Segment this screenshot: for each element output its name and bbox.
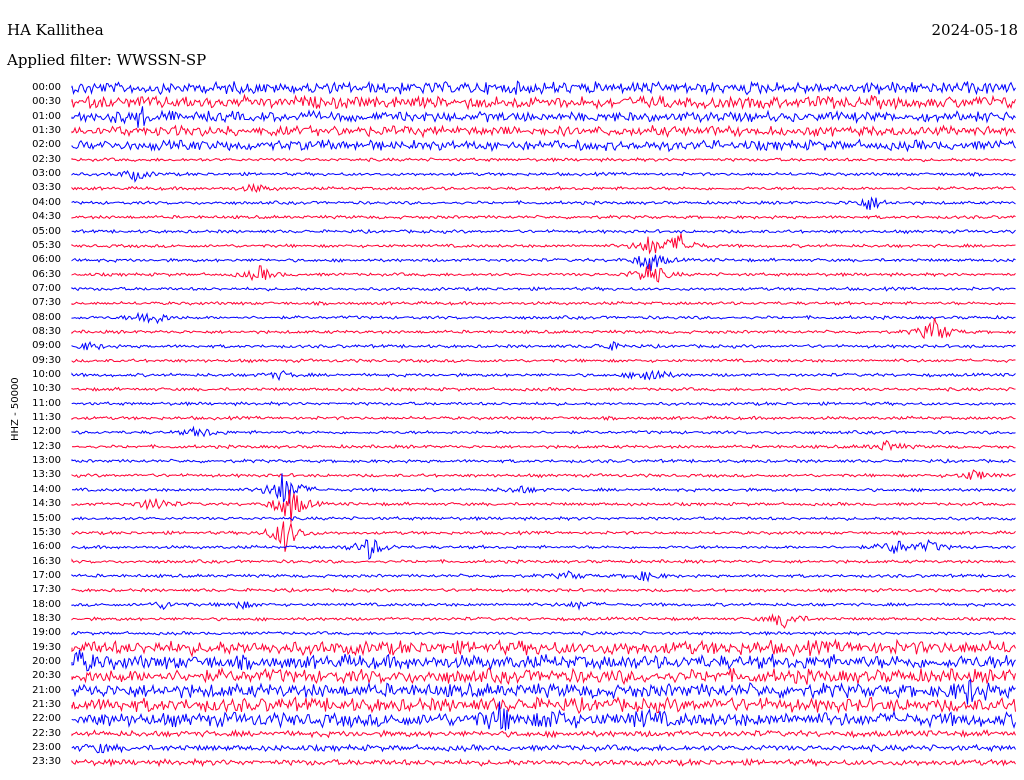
trace-line bbox=[71, 600, 1016, 611]
trace-line bbox=[71, 317, 1016, 340]
trace-line bbox=[71, 742, 1016, 754]
trace-line bbox=[71, 214, 1016, 220]
trace-line bbox=[71, 170, 1016, 183]
trace-line bbox=[71, 196, 1016, 210]
trace-line bbox=[71, 311, 1016, 325]
trace-line bbox=[71, 515, 1016, 522]
trace-line bbox=[71, 233, 1016, 255]
trace-line bbox=[71, 358, 1016, 364]
trace-line bbox=[71, 570, 1016, 583]
trace-line bbox=[71, 638, 1016, 658]
trace-line bbox=[71, 138, 1016, 153]
trace-line bbox=[71, 80, 1016, 96]
trace-line bbox=[71, 666, 1016, 686]
trace-line bbox=[71, 228, 1016, 235]
trace-line bbox=[71, 649, 1016, 672]
trace-line bbox=[71, 613, 1016, 629]
seismogram-plot bbox=[71, 80, 1016, 768]
trace-line bbox=[71, 182, 1016, 194]
trace-line bbox=[71, 473, 1016, 504]
trace-line bbox=[71, 630, 1016, 637]
trace-line bbox=[71, 263, 1016, 283]
trace-line bbox=[71, 458, 1016, 464]
trace-line bbox=[71, 469, 1016, 480]
trace-line bbox=[71, 300, 1016, 307]
trace-line bbox=[71, 401, 1016, 407]
trace-line bbox=[71, 558, 1016, 565]
trace-line bbox=[71, 286, 1016, 292]
trace-line bbox=[71, 254, 1016, 272]
trace-line bbox=[71, 93, 1016, 111]
trace-line bbox=[71, 386, 1016, 392]
trace-line bbox=[71, 696, 1016, 715]
trace-line bbox=[71, 728, 1016, 739]
trace-line bbox=[71, 439, 1016, 452]
trace-line bbox=[71, 539, 1016, 560]
trace-line bbox=[71, 678, 1016, 705]
trace-line bbox=[71, 340, 1016, 351]
trace-line bbox=[71, 757, 1016, 768]
trace-line bbox=[71, 425, 1016, 438]
trace-line bbox=[71, 106, 1016, 128]
trace-line bbox=[71, 369, 1016, 382]
trace-line bbox=[71, 157, 1016, 163]
trace-line bbox=[71, 415, 1016, 421]
trace-line bbox=[71, 587, 1016, 593]
trace-line bbox=[71, 124, 1016, 139]
